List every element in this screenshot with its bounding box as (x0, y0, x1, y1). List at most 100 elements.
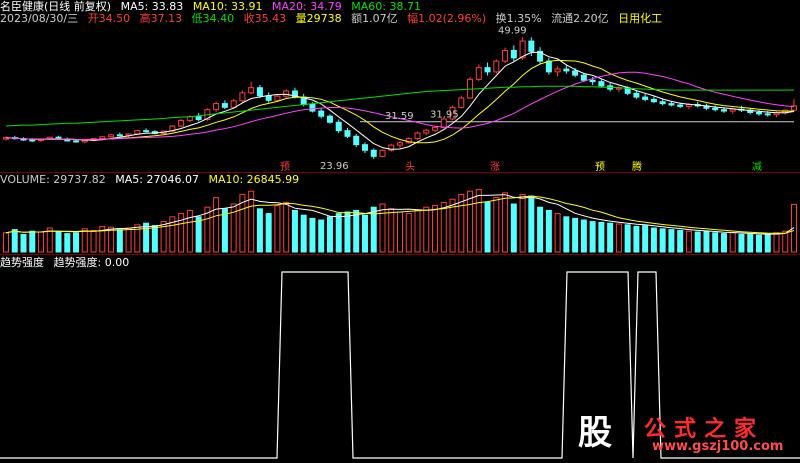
candle-body (221, 103, 228, 108)
event-marker: 腾 (632, 160, 642, 173)
price-annotation: 31.59 (385, 111, 414, 122)
volume-bar (650, 227, 657, 253)
volume-bar (90, 229, 97, 253)
volume-bar (125, 227, 132, 253)
volume-bar (213, 197, 220, 253)
candle-body (650, 98, 657, 103)
volume-bar (116, 229, 123, 253)
volume-bar (720, 233, 727, 253)
ma5-line (5, 51, 795, 150)
candle-body (256, 87, 263, 97)
candle-body (545, 60, 552, 73)
volume-bar (545, 209, 552, 253)
volume-bar (624, 224, 631, 253)
price-annotation: 49.99 (498, 25, 527, 36)
volume-bar (432, 205, 439, 253)
volume-bar (326, 216, 333, 253)
volume-bar (467, 190, 474, 253)
volume-bar (685, 230, 692, 253)
volume-bar (414, 209, 421, 253)
volume-bar (335, 213, 342, 253)
volume-bar (537, 206, 544, 253)
candle-body (230, 100, 237, 108)
volume-bar (458, 193, 465, 253)
candle-body (589, 79, 596, 83)
candle-body (326, 115, 333, 123)
candle-body (554, 68, 561, 73)
candle-body (677, 104, 684, 107)
ma20-line (5, 71, 795, 141)
watermark-url: www.gszj100.com (652, 439, 784, 454)
volume-bar (195, 216, 202, 253)
volume-bar (633, 225, 640, 253)
volume-bar (659, 228, 666, 253)
candle-body (81, 139, 88, 143)
volume-bar (598, 221, 605, 253)
volume-bar (361, 214, 368, 253)
volume-bar (379, 203, 386, 253)
candle-body (108, 134, 115, 138)
event-marker: 预 (280, 161, 290, 173)
candle-body (493, 60, 500, 73)
candle-body (379, 149, 386, 157)
candle-body (283, 90, 290, 97)
candle-body (265, 95, 272, 101)
candle-body (432, 126, 439, 131)
volume-bar (186, 209, 193, 253)
candle-body (510, 49, 517, 59)
volume-bar (388, 208, 395, 253)
ma10-line (5, 59, 795, 144)
volume-bar (747, 233, 754, 253)
volume-bar (397, 211, 403, 253)
volume-bar (554, 213, 561, 253)
volume-bar (764, 233, 771, 253)
candle-body (475, 67, 482, 80)
price-annotation: 31.95 (430, 110, 459, 121)
volume-bar (151, 225, 158, 253)
volume-bar (440, 201, 447, 253)
volume-bar (607, 222, 614, 253)
candle-body (484, 67, 491, 73)
volume-bar (38, 231, 45, 253)
candle-body (572, 70, 579, 76)
event-marker: 预 (595, 161, 605, 173)
volume-bar (64, 233, 71, 253)
volume-bar (528, 195, 535, 253)
volume-bar (283, 201, 290, 253)
volume-bar (3, 232, 9, 253)
candle-body (642, 96, 649, 100)
candle-body (458, 97, 465, 108)
volume-bar (291, 209, 298, 253)
volume-bar (755, 234, 762, 253)
watermark-logo: 股 (578, 413, 612, 453)
volume-bar (572, 217, 579, 253)
candle-body (633, 92, 640, 98)
candle-body (361, 144, 368, 151)
candle-body (764, 113, 771, 116)
candle-body (178, 119, 185, 127)
volume-bar (580, 219, 587, 253)
volume-bar (274, 205, 281, 253)
candle-body (143, 130, 150, 133)
volume-bar (738, 233, 745, 253)
volume-bar (11, 229, 18, 253)
volume-bar (589, 221, 596, 253)
volume-bar (712, 232, 719, 253)
candle-body (274, 95, 281, 101)
candle-body (353, 135, 360, 146)
candle-body (248, 87, 255, 94)
volume-bar (563, 216, 570, 253)
candle-body (712, 107, 719, 111)
volume-bar (502, 192, 509, 253)
volume-bar (773, 232, 780, 253)
volume-bar (143, 222, 150, 253)
candle-body (370, 149, 377, 157)
candle-body (73, 140, 80, 143)
volume-bar (300, 214, 307, 253)
volume-bar (642, 225, 649, 253)
candle-body (134, 130, 141, 135)
candle-body (598, 81, 605, 87)
candle-body (580, 74, 587, 81)
candle-body (29, 139, 36, 142)
candle-body (99, 136, 106, 140)
